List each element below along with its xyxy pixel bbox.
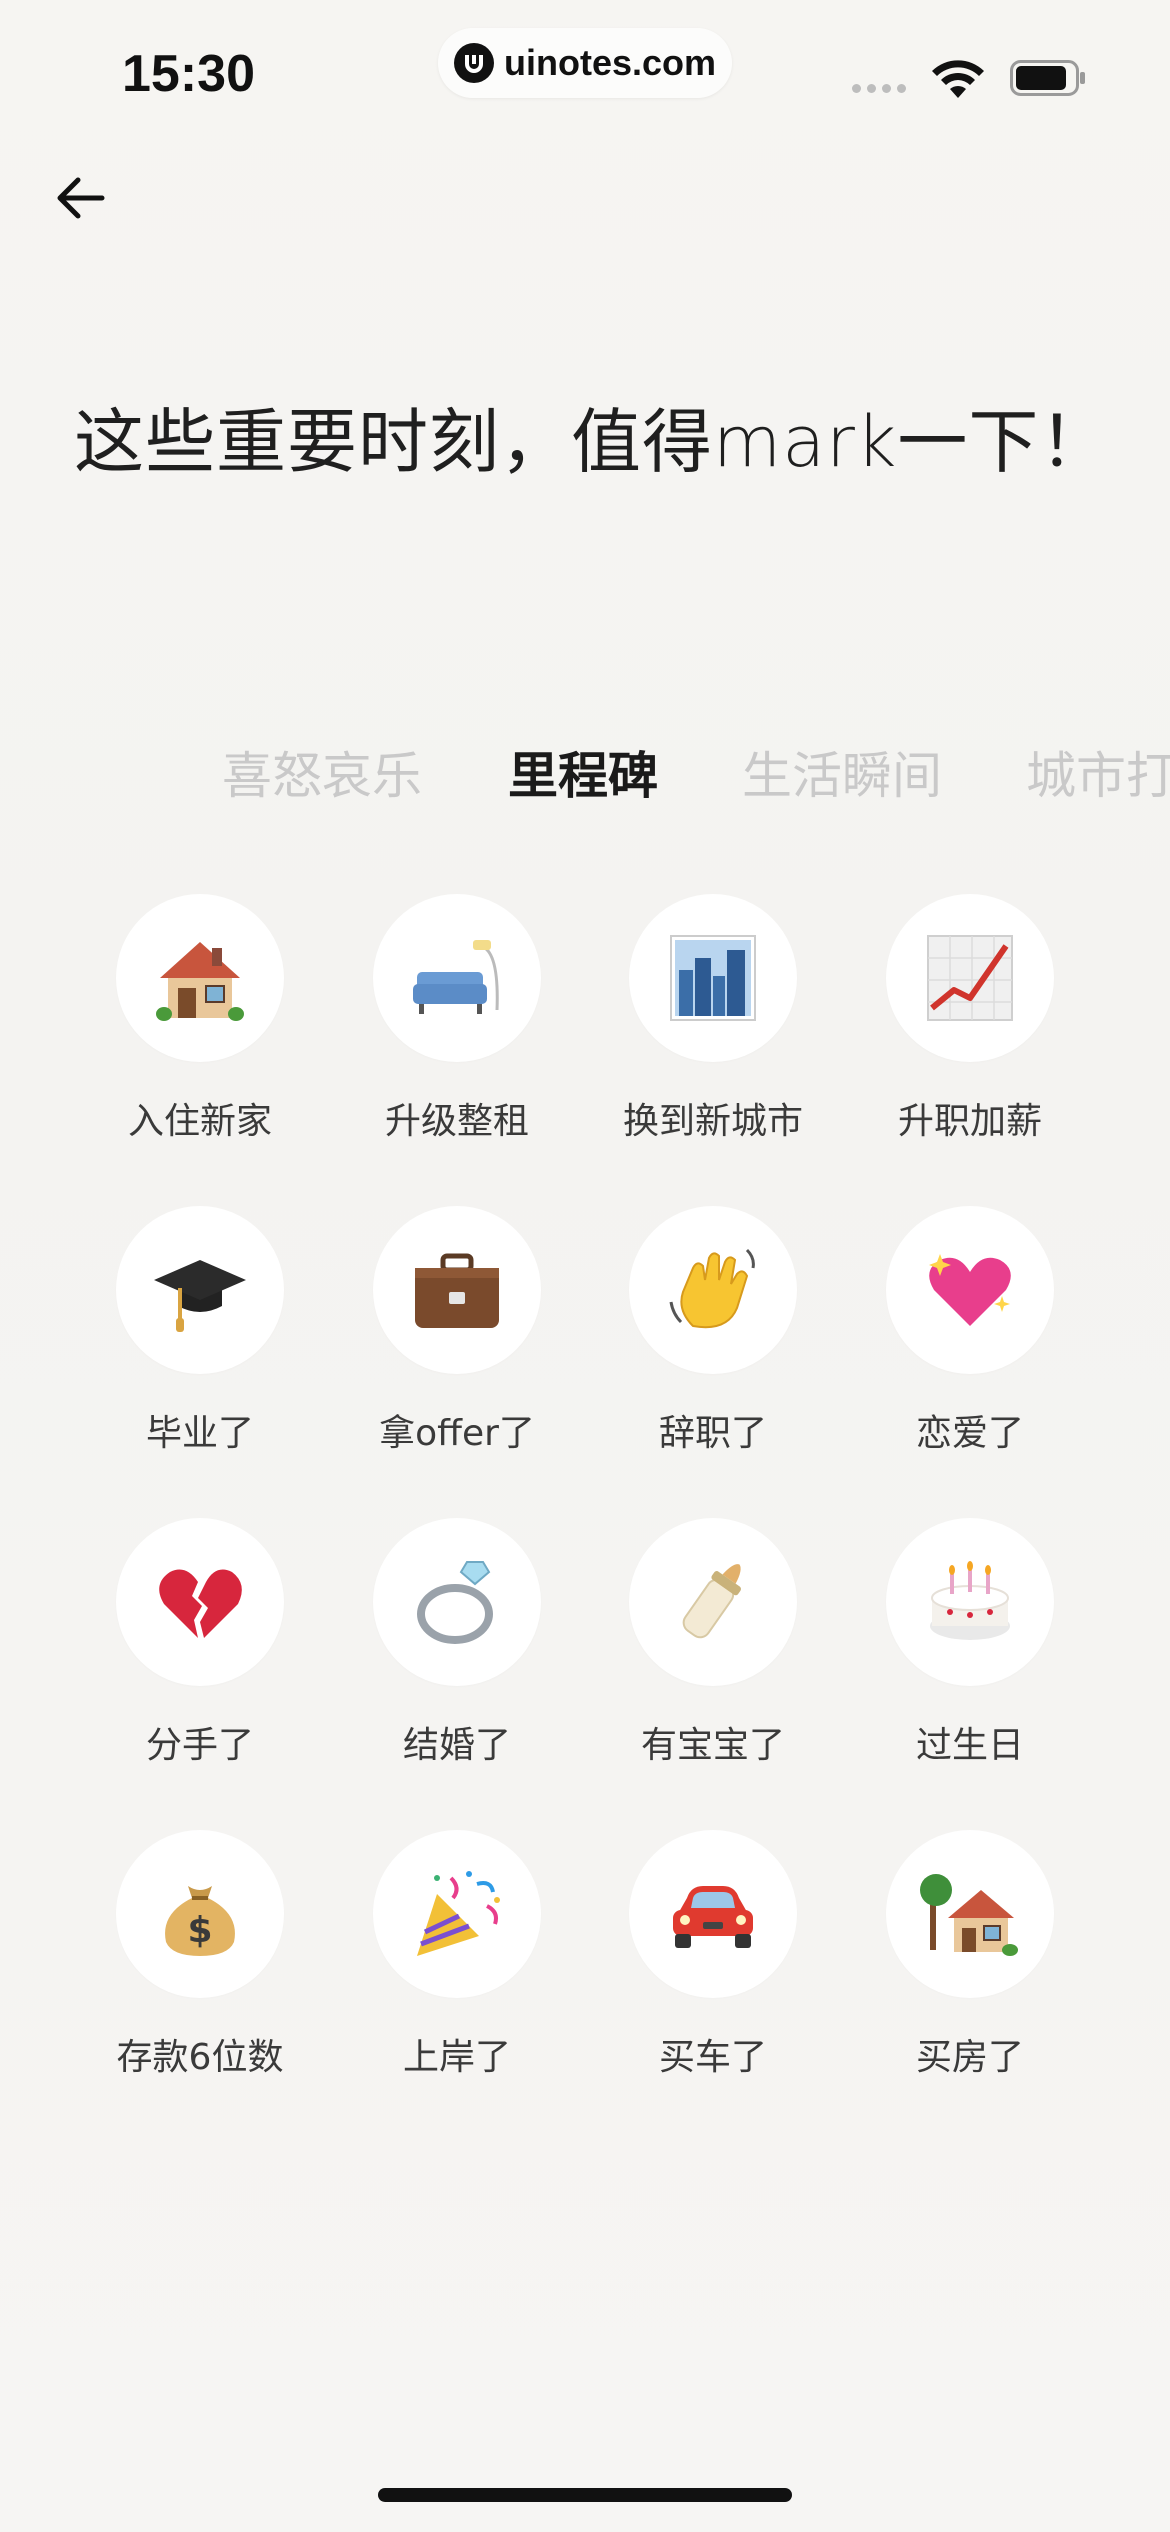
- cityscape-icon-circle: [629, 894, 797, 1062]
- baby-bottle-icon-circle: [629, 1518, 797, 1686]
- house-icon-circle: [116, 894, 284, 1062]
- category-tabs: 喜怒哀乐 里程碑 生活瞬间 城市打: [0, 736, 1170, 816]
- svg-text:$: $: [187, 1910, 212, 1951]
- party-popper-icon-circle: [373, 1830, 541, 1998]
- home-indicator[interactable]: [378, 2488, 792, 2502]
- milestone-item[interactable]: 买房了: [860, 1830, 1080, 2080]
- milestone-item[interactable]: 有宝宝了: [603, 1518, 823, 1768]
- page-title: 这些重要时刻，值得mark一下！: [74, 401, 1111, 483]
- milestone-item[interactable]: 升职加薪: [860, 894, 1080, 1144]
- milestone-label: 恋爱了: [915, 1413, 1024, 1454]
- milestone-label: 结婚了: [402, 1725, 511, 1766]
- house-with-garden-icon-circle: [886, 1830, 1054, 1998]
- milestone-label: 过生日: [915, 1725, 1024, 1766]
- status-bar: 15:30 uinotes.com: [0, 0, 1170, 130]
- chart-increasing-icon-circle: [886, 894, 1054, 1062]
- milestone-label: 辞职了: [658, 1413, 767, 1454]
- chart-increasing-icon: [927, 935, 1013, 1021]
- milestone-label: 入住新家: [127, 1101, 272, 1142]
- wifi-icon: [932, 60, 984, 98]
- couch-lamp-icon: [413, 940, 499, 1014]
- milestone-label: 存款6位数: [116, 2037, 284, 2078]
- milestone-label: 买房了: [915, 2037, 1024, 2078]
- tab-life-moments[interactable]: 生活瞬间: [742, 736, 942, 808]
- milestone-item[interactable]: 辞职了: [603, 1206, 823, 1456]
- couch-lamp-icon-circle: [373, 894, 541, 1062]
- sparkling-heart-icon-circle: [886, 1206, 1054, 1374]
- back-button[interactable]: [48, 166, 112, 230]
- milestone-label: 有宝宝了: [640, 1725, 785, 1766]
- milestone-label: 分手了: [145, 1725, 254, 1766]
- waving-hand-icon-circle: [629, 1206, 797, 1374]
- ring-icon-circle: [373, 1518, 541, 1686]
- battery-icon: [1010, 60, 1085, 96]
- graduation-cap-icon: [154, 1260, 246, 1332]
- milestone-label: 毕业了: [145, 1413, 254, 1454]
- sparkling-heart-icon: [929, 1254, 1011, 1326]
- milestone-item[interactable]: 上岸了: [347, 1830, 567, 2080]
- arrow-left-icon: [57, 177, 105, 219]
- milestone-item[interactable]: 毕业了: [90, 1206, 310, 1456]
- status-time: 15:30: [122, 45, 255, 103]
- waving-hand-icon: [669, 1248, 755, 1329]
- house-with-garden-icon: [920, 1874, 1018, 1956]
- milestone-label: 升职加薪: [897, 1101, 1042, 1142]
- house-icon: [156, 942, 244, 1021]
- party-popper-icon: [417, 1871, 500, 1956]
- car-icon-circle: [629, 1830, 797, 1998]
- graduation-cap-icon-circle: [116, 1206, 284, 1374]
- milestone-item[interactable]: 恋爱了: [860, 1206, 1080, 1456]
- milestone-label: 买车了: [658, 2037, 767, 2078]
- uinotes-logo-icon: [453, 43, 494, 83]
- milestone-item[interactable]: 结婚了: [347, 1518, 567, 1768]
- milestone-label: 上岸了: [402, 2037, 511, 2078]
- tab-emotions[interactable]: 喜怒哀乐: [222, 736, 422, 808]
- briefcase-icon-circle: [373, 1206, 541, 1374]
- milestone-item[interactable]: 换到新城市: [603, 894, 823, 1144]
- milestone-item[interactable]: 升级整租: [347, 894, 567, 1144]
- money-bag-icon: $: [165, 1886, 235, 1956]
- broken-heart-icon: [159, 1569, 242, 1638]
- milestone-label: 换到新城市: [622, 1101, 803, 1142]
- url-text: uinotes.com: [503, 42, 717, 83]
- car-icon: [673, 1886, 753, 1948]
- milestone-label: 升级整租: [384, 1101, 529, 1142]
- cityscape-icon: [670, 935, 756, 1021]
- tab-milestones[interactable]: 里程碑: [508, 736, 658, 808]
- milestone-item[interactable]: 买车了: [603, 1830, 823, 2080]
- milestone-item[interactable]: 拿offer了: [347, 1206, 567, 1456]
- birthday-cake-icon: [930, 1561, 1010, 1640]
- url-pill[interactable]: uinotes.com: [438, 28, 732, 98]
- money-bag-icon-circle: $: [116, 1830, 284, 1998]
- birthday-cake-icon-circle: [886, 1518, 1054, 1686]
- milestone-item[interactable]: 入住新家: [90, 894, 310, 1144]
- tab-city-checkin[interactable]: 城市打: [1026, 736, 1170, 808]
- milestone-item[interactable]: $ 存款6位数: [90, 1830, 310, 2080]
- milestone-item[interactable]: 分手了: [90, 1518, 310, 1768]
- ring-icon: [417, 1561, 493, 1644]
- briefcase-icon: [415, 1253, 499, 1328]
- baby-bottle-icon: [682, 1564, 741, 1639]
- milestone-item[interactable]: 过生日: [860, 1518, 1080, 1768]
- milestone-label: 拿offer了: [379, 1413, 535, 1454]
- cellular-signal-icon: [852, 84, 906, 93]
- broken-heart-icon-circle: [116, 1518, 284, 1686]
